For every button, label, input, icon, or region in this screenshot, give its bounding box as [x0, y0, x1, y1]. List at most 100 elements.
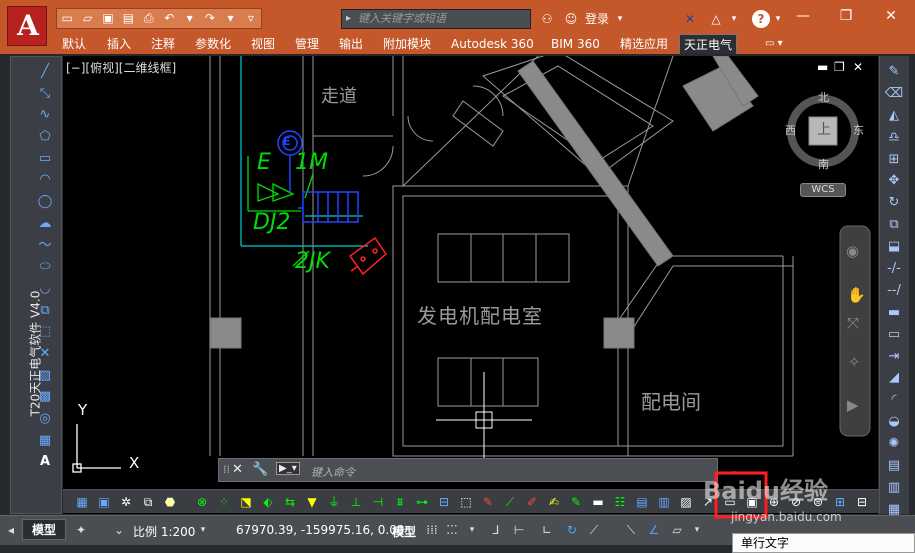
brush-icon[interactable]: ✎: [567, 493, 585, 511]
break-at-point-icon[interactable]: ▬: [884, 303, 904, 323]
multiline-text-icon[interactable]: A: [35, 452, 55, 472]
viewport-restore-icon[interactable]: ❐: [834, 60, 845, 74]
a360-icon[interactable]: △: [705, 8, 727, 30]
switchboard-icon[interactable]: ⊣: [369, 493, 387, 511]
undo-dropdown-icon[interactable]: ▾: [179, 9, 199, 28]
arc-wire-icon[interactable]: ∿: [35, 105, 55, 125]
snap-dropdown-icon[interactable]: ▾: [463, 521, 481, 539]
viewport-minimize-icon[interactable]: ▬: [817, 60, 828, 74]
ortho-icon[interactable]: ∟: [538, 521, 556, 539]
break-icon[interactable]: ▭: [884, 325, 904, 345]
symbol-icon[interactable]: ⊕: [765, 493, 783, 511]
tab-parametric[interactable]: 参数化: [195, 34, 231, 54]
tab-featured-apps[interactable]: 精选应用: [620, 34, 668, 54]
minimize-icon[interactable]: —: [781, 0, 825, 32]
viewcube-top[interactable]: 上: [817, 119, 831, 139]
make-block-icon[interactable]: ⬚: [35, 322, 55, 342]
offset-icon[interactable]: ♎: [884, 128, 904, 148]
tab-view[interactable]: 视图: [251, 34, 275, 54]
polygon-icon[interactable]: ⬠: [35, 127, 55, 147]
scale-dropdown-icon[interactable]: ▾: [194, 521, 212, 539]
more-tools-icon[interactable]: ⊟: [853, 493, 871, 511]
lineweight-dropdown-icon[interactable]: ▾: [688, 521, 706, 539]
layout-nav-icon[interactable]: ◂: [2, 521, 20, 539]
a360-dropdown-icon[interactable]: ▾: [728, 8, 740, 30]
restore-icon[interactable]: ❐: [824, 0, 868, 32]
table-tool-icon[interactable]: ▤: [633, 493, 651, 511]
drawing-canvas[interactable]: 走道 发电机配电室 配电间 E E 1M DJ2 2JK Y X 北 南 东 西…: [63, 56, 878, 514]
scale-icon[interactable]: ⧉: [884, 215, 904, 235]
blend-curves-icon[interactable]: ◒: [884, 412, 904, 432]
elevation-icon[interactable]: ⊜: [809, 493, 827, 511]
trim-icon[interactable]: -/-: [884, 259, 904, 279]
tab-annotate[interactable]: 注释: [151, 34, 175, 54]
steering-wheel-icon[interactable]: ◉: [846, 242, 859, 260]
binoculars-icon[interactable]: ⚇: [537, 8, 557, 30]
rotate-icon[interactable]: ↻: [884, 193, 904, 213]
legend-icon[interactable]: ☷: [611, 493, 629, 511]
bar-icon[interactable]: ▬: [589, 493, 607, 511]
table-icon[interactable]: ▦: [35, 431, 55, 451]
orbit-icon[interactable]: ✧: [848, 353, 861, 371]
redline-icon[interactable]: ✐: [523, 493, 541, 511]
tag-icon[interactable]: ⟋: [501, 493, 519, 511]
rectangle-icon[interactable]: ▭: [35, 149, 55, 169]
save-as-icon[interactable]: ▤: [118, 9, 138, 28]
text-edit-icon[interactable]: ✍: [545, 493, 563, 511]
device-icon[interactable]: ▼: [303, 493, 321, 511]
annotate-icon[interactable]: ✎: [479, 493, 497, 511]
hatch-icon[interactable]: ▨: [35, 366, 55, 386]
isometric-icon[interactable]: ⟋: [585, 521, 603, 539]
arc-icon[interactable]: ◠: [35, 170, 55, 190]
join-icon[interactable]: ⇥: [884, 347, 904, 367]
add-layout-icon[interactable]: ✦: [72, 521, 90, 539]
open-file-icon[interactable]: ▱: [77, 9, 97, 28]
polyline-icon[interactable]: ⤡: [35, 84, 55, 104]
light-fixture-icon[interactable]: ⁘: [215, 493, 233, 511]
spline-icon[interactable]: 〜: [35, 236, 55, 256]
single-line-text-tool-icon[interactable]: ▭: [721, 493, 739, 511]
circuit-icon[interactable]: ⊥: [347, 493, 365, 511]
ground-icon[interactable]: ⏚: [325, 493, 343, 511]
tab-output[interactable]: 输出: [339, 34, 363, 54]
login-dropdown-icon[interactable]: ▾: [612, 8, 628, 30]
dynamic-input-icon[interactable]: ⊢: [510, 521, 528, 539]
ellipse-arc-icon[interactable]: ◡: [35, 279, 55, 299]
save-icon[interactable]: ▣: [98, 9, 118, 28]
search-expand-icon[interactable]: ▸: [346, 10, 351, 28]
index-icon[interactable]: ⊘: [787, 493, 805, 511]
circle-icon[interactable]: ◯: [35, 192, 55, 212]
pan-hand-icon[interactable]: ✋: [847, 286, 866, 304]
tab-tangent-electric[interactable]: 天正电气: [679, 34, 738, 54]
new-file-icon[interactable]: ▭: [57, 9, 77, 28]
insert-block-icon[interactable]: ⧉: [35, 301, 55, 321]
fillet-icon[interactable]: ◜: [884, 390, 904, 410]
dimension-icon[interactable]: ▨: [677, 493, 695, 511]
viewcube-north[interactable]: 北: [818, 89, 829, 105]
help-icon[interactable]: ?: [752, 10, 770, 28]
layer-icon[interactable]: ▥: [884, 478, 904, 498]
switch-icon[interactable]: ⬖: [259, 493, 277, 511]
command-line[interactable]: ⁞⁞ ✕ 🔧 ▶_▾ 键入命令: [218, 458, 718, 482]
socket-icon[interactable]: ⬔: [237, 493, 255, 511]
undo-icon[interactable]: ↶: [159, 9, 179, 28]
print-icon[interactable]: ⎙: [139, 9, 159, 28]
viewport-close-icon[interactable]: ✕: [853, 60, 863, 74]
tab-autodesk-360[interactable]: Autodesk 360: [451, 34, 534, 54]
find-icon[interactable]: ⬣: [161, 493, 179, 511]
dashed-box-icon[interactable]: ⬚: [457, 493, 475, 511]
lineweight-icon[interactable]: ▱: [668, 521, 686, 539]
pan-icon[interactable]: ✲: [117, 493, 135, 511]
command-input[interactable]: 键入命令: [311, 464, 355, 480]
command-line-grip-icon[interactable]: ⁞⁞: [223, 463, 230, 476]
viewport-label[interactable]: [−][俯视][二维线框]: [66, 59, 176, 76]
layers-icon[interactable]: ⧉: [139, 493, 157, 511]
search-input[interactable]: ▸ 键入关键字或短语: [341, 9, 531, 29]
viewcube-east[interactable]: 东: [853, 122, 864, 138]
redo-icon[interactable]: ↷: [200, 9, 220, 28]
axis-icon[interactable]: ⊞: [831, 493, 849, 511]
annotation-scale[interactable]: 比例 1:200: [133, 523, 195, 540]
zoom-extents-icon[interactable]: ⤧: [847, 314, 859, 332]
snap-icon[interactable]: ⁚⁚⁚: [443, 521, 461, 539]
layout-dropdown-icon[interactable]: ⌄: [110, 521, 128, 539]
